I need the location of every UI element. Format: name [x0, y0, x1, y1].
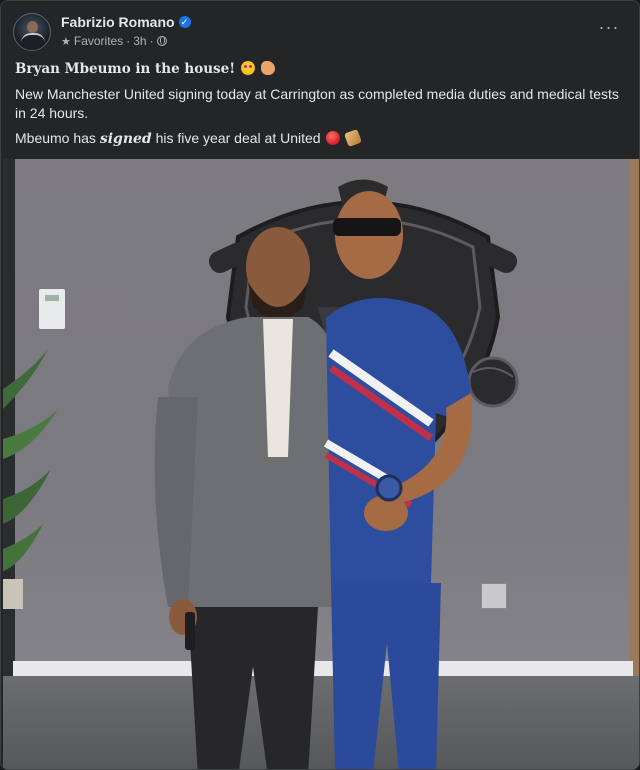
post-headline: Bryan Mbeumo in the house! — [15, 61, 236, 77]
globe-icon[interactable] — [156, 36, 167, 46]
star-struck-emoji-icon — [241, 61, 256, 75]
plant — [3, 349, 58, 609]
signed-word: signed — [99, 131, 152, 147]
meta-separator: · — [126, 34, 131, 48]
post-text: Bryan Mbeumo in the house! New Mancheste… — [15, 59, 627, 155]
post-header: Fabrizio Romano ✓ ★ Favorites · 3h · ··· — [13, 13, 629, 53]
man-in-grey-suit — [154, 227, 338, 769]
meta-separator-2: · — [149, 34, 154, 48]
author-name-row: Fabrizio Romano ✓ — [61, 14, 191, 30]
avatar-body — [21, 33, 45, 50]
headline-line: Bryan Mbeumo in the house! — [15, 59, 627, 79]
verified-badge-icon: ✓ — [178, 16, 191, 28]
red-circle-emoji-icon — [326, 131, 341, 145]
post-meta: ★ Favorites · 3h · — [61, 34, 167, 48]
clapping-hands-emoji-icon — [260, 61, 275, 75]
feed-label[interactable]: Favorites — [74, 34, 123, 48]
post-card: Fabrizio Romano ✓ ★ Favorites · 3h · ···… — [0, 0, 640, 770]
post-photo[interactable] — [3, 159, 639, 769]
man-in-blue-outfit — [323, 191, 473, 769]
post-body: New Manchester United signing today at C… — [15, 86, 619, 121]
signed-suffix: his five year deal at United — [151, 130, 321, 146]
more-options-button[interactable]: ··· — [595, 17, 623, 45]
avatar-head — [27, 21, 38, 33]
post-time[interactable]: 3h — [133, 34, 146, 48]
signed-line: Mbeumo has signed his five year deal at … — [15, 129, 627, 149]
author-avatar[interactable] — [13, 13, 51, 51]
signed-prefix: Mbeumo has — [15, 130, 100, 146]
author-name[interactable]: Fabrizio Romano — [61, 14, 175, 30]
star-icon: ★ — [61, 35, 71, 48]
writing-hand-emoji-icon — [344, 129, 363, 147]
thermostat — [39, 289, 65, 329]
